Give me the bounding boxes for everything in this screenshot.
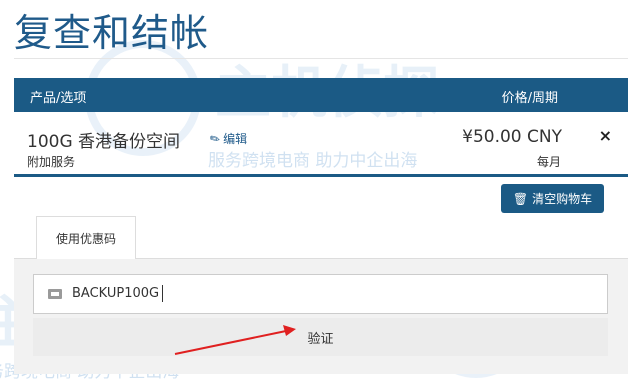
- clear-cart-label: 清空购物车: [532, 192, 593, 206]
- header-price-column: 价格/周期: [501, 91, 558, 106]
- cart-item-row: 100G 香港备份空间 ✎编辑 附加服务 ¥50.00 CNY 每月 ×: [14, 112, 628, 177]
- remove-item-button[interactable]: ×: [599, 126, 612, 145]
- promo-code-value: BACKUP100G: [72, 286, 160, 301]
- title-divider: [14, 58, 628, 59]
- promo-code-input[interactable]: BACKUP100G: [33, 274, 608, 314]
- trash-icon: 🗑: [512, 191, 529, 206]
- product-name: 100G 香港备份空间: [27, 132, 181, 152]
- product-price: ¥50.00 CNY: [462, 127, 562, 147]
- verify-button[interactable]: 验证: [33, 318, 608, 356]
- edit-product-link[interactable]: ✎编辑: [207, 130, 248, 148]
- billing-cycle: 每月: [536, 155, 561, 169]
- cart-table-header: 产品/选项 价格/周期: [14, 78, 628, 112]
- tab-promo-code[interactable]: 使用优惠码: [36, 216, 136, 259]
- header-product-column: 产品/选项: [30, 91, 87, 106]
- pencil-icon: ✎: [207, 130, 223, 148]
- clear-cart-button[interactable]: 🗑 清空购物车: [501, 184, 604, 213]
- page-title: 复查和结帐: [14, 11, 210, 55]
- text-caret: [162, 285, 163, 302]
- ticket-icon: [48, 289, 62, 299]
- product-group-label: 附加服务: [27, 155, 76, 169]
- edit-label: 编辑: [223, 132, 248, 146]
